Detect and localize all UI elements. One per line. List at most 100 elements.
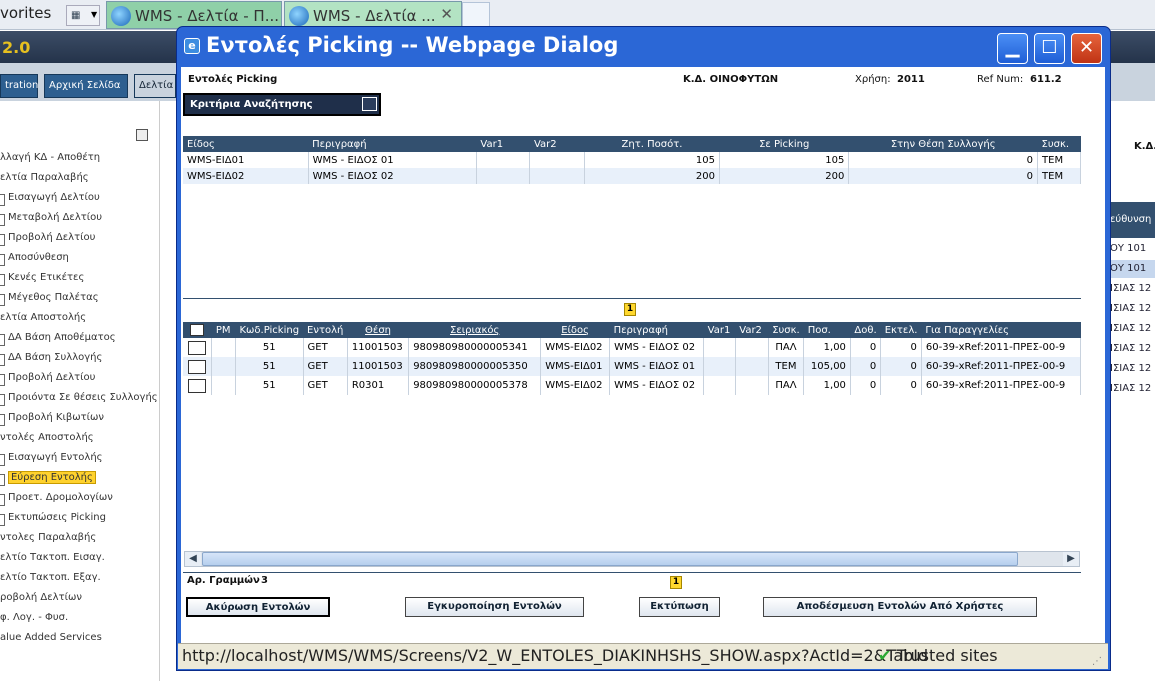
nav-button-deltia[interactable]: Δελτία (134, 74, 176, 98)
sidebar-item[interactable]: ντολές Αποστολής (0, 432, 94, 443)
divider (183, 298, 1081, 299)
table-row[interactable]: WMS-ΕΙΔ02 WMS - ΕΙΔΟΣ 02 200 200 0 TEM (183, 168, 1081, 184)
right-table-row[interactable]: ΙΣΙΑΣ 12 (1110, 340, 1155, 358)
scrollbar-thumb[interactable] (202, 552, 1018, 566)
page-number-bottom[interactable]: 1 (670, 576, 682, 589)
column-header[interactable]: Εκτελ. (880, 322, 922, 338)
row-checkbox[interactable] (183, 357, 213, 376)
column-header[interactable]: Σειριακός (408, 322, 541, 338)
sidebar-item[interactable]: ελτίο Τακτοπ. Εξαγ. (0, 572, 101, 583)
column-header[interactable]: Δοθ. (850, 322, 881, 338)
table-row[interactable]: 51 GET 11001503 980980980000005350 WMS-ΕΙΔ01… (183, 357, 1082, 376)
maximize-button[interactable]: ☐ (1034, 33, 1065, 64)
column-header[interactable]: Είδος (183, 136, 309, 152)
sidebar-item[interactable]: Προετ. Δρομολογίων (0, 492, 113, 506)
resize-grip-icon[interactable]: ⋰ (1092, 656, 1102, 667)
column-header[interactable]: Εντολή (303, 322, 348, 338)
scroll-right-arrow[interactable]: ▶ (1063, 552, 1079, 566)
column-header[interactable]: Var1 (476, 136, 530, 152)
minimize-button[interactable]: ▁ (997, 33, 1028, 64)
table-cell (476, 152, 531, 168)
sidebar-item[interactable]: alue Added Services (0, 632, 102, 643)
browser-tab-2[interactable]: WMS - Δελτία ... ✕ (284, 1, 462, 29)
sidebar-toggle-icon[interactable] (136, 129, 148, 141)
close-button[interactable]: ✕ (1071, 33, 1102, 64)
sidebar-item[interactable]: Εισαγωγή Δελτίου (0, 192, 100, 206)
quick-tabs-button[interactable]: ▦ ▼ (66, 5, 100, 26)
sidebar-item-label: Αποσύνθεση (8, 252, 69, 263)
column-header[interactable]: Συσκ. (1037, 136, 1081, 152)
sidebar-item[interactable]: Προιόντα Σε θέσεις Συλλογής (0, 392, 158, 406)
right-table-row[interactable]: ΙΣΙΑΣ 12 (1110, 380, 1155, 398)
close-tab-icon[interactable]: ✕ (440, 5, 453, 23)
column-header[interactable]: Είδος (540, 322, 610, 338)
nav-button-administration[interactable]: tration (0, 74, 38, 98)
select-all-checkbox[interactable] (183, 322, 212, 338)
table-row[interactable]: WMS-ΕΙΔ01 WMS - ΕΙΔΟΣ 01 105 105 0 TEM (183, 152, 1081, 168)
table-cell: 980980980000005378 (408, 376, 542, 395)
column-header[interactable]: Κωδ.Picking (235, 322, 304, 338)
validate-orders-button[interactable]: Εγκυροποίηση Εντολών (405, 597, 584, 617)
table-row[interactable]: 51 GET 11001503 980980980000005341 WMS-ΕΙΔ02… (183, 338, 1082, 357)
right-table-row[interactable]: ΙΣΙΑΣ 12 (1110, 280, 1155, 298)
sidebar-item[interactable]: ελτίο Τακτοπ. Εισαγ. (0, 552, 105, 563)
column-header[interactable]: Για Παραγγελίες (921, 322, 1081, 338)
sidebar-item[interactable]: Μέγεθος Παλέτας (0, 292, 99, 306)
sidebar-item[interactable]: Εισαγωγή Εντολής (0, 452, 103, 466)
right-table-row[interactable]: ΙΣΙΑΣ 12 (1110, 300, 1155, 318)
sidebar-item[interactable]: ντολες Παραλαβής (0, 532, 96, 543)
summary-table-header: Είδος Περιγραφή Var1 Var2 Ζητ. Ποσότ. Σε Pick… (183, 136, 1081, 152)
sidebar-item[interactable]: Προβολή Δελτίου (0, 372, 95, 386)
right-table-row[interactable]: ΙΣΙΑΣ 12 (1110, 360, 1155, 378)
collapse-criteria-icon[interactable] (362, 97, 377, 111)
page-number-top[interactable]: 1 (624, 303, 636, 316)
column-header[interactable]: Θέση (347, 322, 409, 338)
table-row[interactable]: 51 GET R0301 980980980000005378 WMS-ΕΙΔ02 WMS… (183, 376, 1082, 395)
sidebar-item[interactable]: φ. Λογ. - Φυσ. (0, 612, 68, 623)
sidebar-item[interactable]: Κενές Ετικέτες (0, 272, 84, 286)
sidebar-item[interactable]: ελτία Παραλαβής (0, 172, 89, 183)
security-zone: ✔ Trusted sites (878, 646, 998, 665)
column-header[interactable]: Σε Picking (719, 136, 849, 152)
browser-tab-1[interactable]: WMS - Δελτία - Π... (106, 1, 282, 29)
sidebar-item[interactable]: ελτία Αποστολής (0, 312, 86, 323)
release-orders-button[interactable]: Αποδέσμευση Εντολών Από Χρήστες (763, 597, 1037, 617)
sidebar-item[interactable]: Προβολή Κιβωτίων (0, 412, 104, 426)
column-header[interactable]: Var2 (529, 136, 585, 152)
sidebar-item[interactable]: ΔΑ Βάση Συλλογής (0, 352, 102, 366)
nav-button-home[interactable]: Αρχική Σελίδα (44, 74, 128, 98)
column-header[interactable]: Ποσ. (803, 322, 851, 338)
new-tab-button[interactable] (462, 2, 490, 28)
column-header[interactable]: PM (211, 322, 236, 338)
right-table-row[interactable]: ΙΣΙΑΣ 12 (1110, 320, 1155, 338)
row-checkbox[interactable] (183, 338, 213, 357)
sidebar-item[interactable]: ροβολή Δελτίων (0, 592, 82, 603)
print-button[interactable]: Εκτύπωση (639, 597, 720, 617)
favorites-label[interactable]: vorites (0, 4, 51, 22)
column-header[interactable]: Στην Θέση Συλλογής (848, 136, 1038, 152)
right-table-row[interactable]: ΟΥ 101 (1110, 260, 1155, 278)
sidebar-item-label: ελτίο Τακτοπ. Εισαγ. (0, 552, 105, 563)
sidebar-item[interactable]: Εκτυπώσεις Picking (0, 512, 106, 526)
column-header[interactable]: Περιγραφή (308, 136, 477, 152)
sidebar-item[interactable]: ΔΑ Βάση Αποθέματος (0, 332, 116, 346)
search-criteria-header[interactable]: Κριτήρια Αναζήτησης (183, 93, 381, 116)
sidebar-item[interactable]: Εύρεση Εντολής (0, 471, 96, 486)
sidebar-item[interactable]: Αποσύνθεση (0, 252, 69, 266)
table-cell: 1,00 (803, 376, 851, 395)
table-cell: 51 (235, 338, 304, 357)
sidebar-item[interactable]: Προβολή Δελτίου (0, 232, 95, 246)
sidebar-item[interactable]: Μεταβολή Δελτίου (0, 212, 102, 226)
table-cell: GET (303, 338, 348, 357)
right-table-row[interactable]: ΟΥ 101 (1110, 240, 1155, 258)
column-header[interactable]: Συσκ. (768, 322, 804, 338)
sidebar-item[interactable]: λλαγή ΚΔ - Αποθέτη (0, 152, 100, 163)
column-header[interactable]: Var1 (703, 322, 736, 338)
column-header[interactable]: Περιγραφή (609, 322, 704, 338)
row-checkbox[interactable] (183, 376, 213, 395)
column-header[interactable]: Ζητ. Ποσότ. (584, 136, 720, 152)
cancel-orders-button[interactable]: Ακύρωση Εντολών (186, 597, 330, 617)
table-cell: 60-39-xRef:2011-ΠΡΕΣ-00-9 (921, 338, 1082, 357)
scroll-left-arrow[interactable]: ◀ (185, 552, 201, 566)
column-header[interactable]: Var2 (735, 322, 769, 338)
